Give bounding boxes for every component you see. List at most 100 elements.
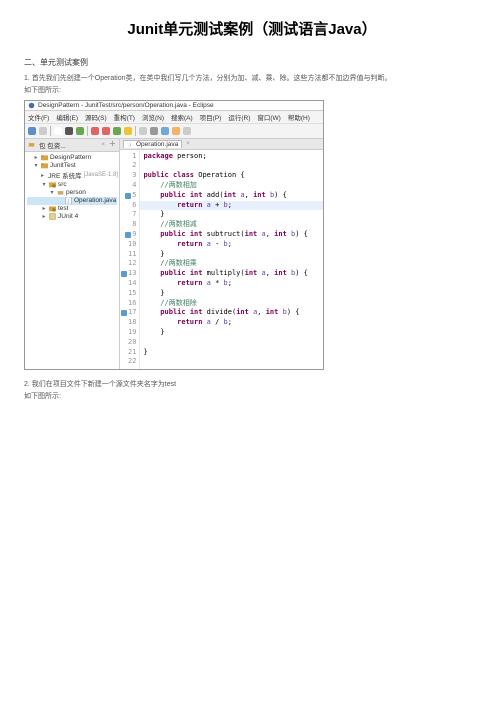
- code-line: public int subtruct(int a, int b) {: [143, 230, 320, 240]
- gutter-line: 7: [121, 210, 136, 220]
- code-line: public int multiply(int a, int b) {: [143, 269, 320, 279]
- toolbar-button[interactable]: [124, 127, 132, 135]
- code-line: public int add(int a, int b) {: [143, 191, 320, 201]
- menubar: 文件(F) 编辑(E) 源码(S) 重构(T) 浏览(N) 搜索(A) 项目(P) 运行(R)…: [25, 111, 323, 124]
- menu-item[interactable]: 帮助(H): [288, 112, 310, 122]
- tree-item[interactable]: ▾ person: [27, 189, 117, 197]
- tree-arrow-icon[interactable]: ▸: [41, 206, 47, 212]
- tree-arrow-icon[interactable]: ▾: [33, 163, 39, 169]
- code-area: 12345678910111213141516171819202122 pack…: [120, 150, 323, 370]
- menu-item[interactable]: 运行(R): [228, 112, 250, 122]
- code-line: //两数相减: [143, 220, 320, 230]
- tree-extra: [JavaSE-1.8]: [84, 172, 118, 178]
- code-line: //两数相加: [143, 181, 320, 191]
- tree-item[interactable]: ▾ JunitTest: [27, 162, 117, 170]
- code-line: package person;: [143, 152, 320, 162]
- tree-label: JUnit 4: [58, 213, 78, 220]
- paragraph-2b: 如下图所示:: [24, 392, 480, 402]
- tree-item[interactable]: JOperation.java: [27, 197, 117, 205]
- gutter-line: 2: [121, 161, 136, 171]
- menu-item[interactable]: 编辑(E): [56, 112, 78, 122]
- toolbar-button[interactable]: [28, 127, 36, 135]
- menu-item[interactable]: 项目(P): [200, 112, 222, 122]
- tree-label: src: [58, 181, 67, 188]
- package-icon: [28, 141, 35, 148]
- tree-item[interactable]: ▸test: [27, 205, 117, 213]
- menu-item[interactable]: 重构(T): [114, 112, 135, 122]
- editor: J Operation.java × 123456789101112131415…: [120, 139, 323, 370]
- code-line: }: [143, 328, 320, 338]
- editor-tab-label: Operation.java: [136, 141, 178, 148]
- tree-item[interactable]: ▾ src: [27, 181, 117, 189]
- tree-label: person: [66, 189, 86, 196]
- gutter-line: 6: [121, 201, 136, 211]
- toolbar-button[interactable]: [183, 127, 191, 135]
- code-line: }: [143, 210, 320, 220]
- toolbar-button[interactable]: [161, 127, 169, 135]
- gutter-line: 12: [121, 259, 136, 269]
- fold-marker-icon[interactable]: [125, 193, 131, 199]
- toolbar-button[interactable]: [113, 127, 121, 135]
- lib-icon: [49, 213, 56, 220]
- close-icon[interactable]: ×: [101, 141, 105, 148]
- toolbar-button[interactable]: [91, 127, 99, 135]
- paragraph-1b: 如下图所示:: [24, 86, 480, 96]
- toolbar-button[interactable]: [54, 127, 62, 135]
- menu-item[interactable]: 搜索(A): [171, 112, 193, 122]
- toolbar-button[interactable]: [150, 127, 158, 135]
- code-lines: package person;public class Operation { …: [140, 150, 323, 370]
- toolbar-button[interactable]: [139, 127, 147, 135]
- link-icon[interactable]: [109, 140, 116, 149]
- tree-item[interactable]: ▸JRE 系统库 [JavaSE-1.8]: [27, 170, 117, 181]
- package-explorer: 包 包资... × ▸DesignPattern▾JunitTest▸JRE 系…: [25, 139, 120, 370]
- fold-marker-icon[interactable]: [125, 232, 131, 238]
- menu-item[interactable]: 源码(S): [85, 112, 107, 122]
- tree-arrow-icon[interactable]: ▸: [41, 172, 44, 178]
- toolbar-button[interactable]: [172, 127, 180, 135]
- gutter-line: 9: [121, 230, 136, 240]
- toolbar-button[interactable]: [76, 127, 84, 135]
- gutter-line: 16: [121, 299, 136, 309]
- gutter-line: 15: [121, 289, 136, 299]
- close-tab-icon[interactable]: ×: [186, 140, 190, 147]
- menu-item[interactable]: 文件(F): [28, 112, 49, 122]
- code-line: }: [143, 348, 320, 358]
- toolbar-button[interactable]: [102, 127, 110, 135]
- gutter-line: 14: [121, 279, 136, 289]
- code-line: return a * b;: [143, 279, 320, 289]
- section-heading: 二、单元测试案例: [24, 57, 480, 68]
- src-icon: [49, 205, 56, 212]
- editor-tab[interactable]: J Operation.java: [123, 140, 182, 148]
- tree-arrow-icon[interactable]: ▾: [49, 190, 55, 196]
- tree-label: JunitTest: [50, 162, 76, 169]
- gutter-line: 8: [121, 220, 136, 230]
- window-title: DesignPattern - JunitTest/src/person/Ope…: [38, 102, 214, 109]
- code-line: public int divide(int a, int b) {: [143, 308, 320, 318]
- gutter-line: 5: [121, 191, 136, 201]
- editor-tabs: J Operation.java ×: [120, 139, 323, 150]
- ide-screenshot: DesignPattern - JunitTest/src/person/Ope…: [24, 100, 324, 371]
- paragraph-2: 2. 我们在项目文件下新建一个源文件夹名字为test: [24, 380, 480, 390]
- code-line: //两数相乘: [143, 259, 320, 269]
- ide-titlebar: DesignPattern - JunitTest/src/person/Ope…: [25, 101, 323, 111]
- tree-arrow-icon[interactable]: [57, 198, 63, 204]
- menu-item[interactable]: 窗口(W): [257, 112, 280, 122]
- tree-arrow-icon[interactable]: ▸: [33, 155, 39, 161]
- tree-arrow-icon[interactable]: ▸: [41, 214, 47, 220]
- pkg-icon: [57, 189, 64, 196]
- fold-marker-icon[interactable]: [121, 310, 127, 316]
- code-line: return a - b;: [143, 240, 320, 250]
- menu-item[interactable]: 浏览(N): [142, 112, 164, 122]
- gutter-line: 22: [121, 357, 136, 367]
- java-icon: J: [65, 197, 72, 204]
- tree-item[interactable]: ▸ JUnit 4: [27, 213, 117, 221]
- gutter-line: 17: [121, 308, 136, 318]
- tree-arrow-icon[interactable]: ▾: [41, 182, 47, 188]
- eclipse-icon: [28, 102, 35, 109]
- fold-marker-icon[interactable]: [121, 271, 127, 277]
- toolbar-button[interactable]: [39, 127, 47, 135]
- java-file-icon: J: [127, 141, 134, 148]
- tree-item[interactable]: ▸DesignPattern: [27, 154, 117, 162]
- code-line: [143, 338, 320, 348]
- toolbar-button[interactable]: [65, 127, 73, 135]
